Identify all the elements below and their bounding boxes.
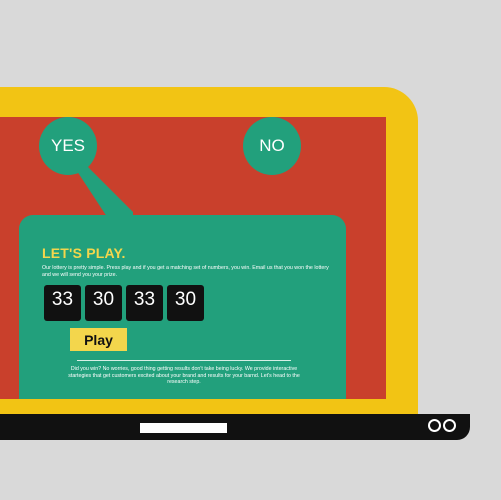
indicator-light-icon [428, 419, 441, 432]
divider [77, 360, 291, 361]
no-label: NO [259, 136, 285, 155]
number-box: 33 [44, 285, 81, 321]
panel-footer: Did you win? No worries, good thing gett… [68, 366, 300, 386]
indicator-light-icon [443, 419, 456, 432]
no-button[interactable]: NO [243, 117, 301, 175]
lottery-panel: LET'S PLAY. Our lottery is pretty simple… [19, 215, 346, 399]
laptop-base [0, 414, 470, 440]
panel-title: LET'S PLAY. [42, 245, 126, 261]
yes-label: YES [50, 136, 86, 155]
yes-button[interactable]: YES [39, 117, 97, 175]
trackpad-slot [140, 423, 227, 433]
play-button[interactable]: Play [70, 328, 127, 351]
number-box: 30 [167, 285, 204, 321]
panel-intro: Our lottery is pretty simple. Press play… [42, 265, 329, 278]
number-box: 30 [85, 285, 122, 321]
number-box: 33 [126, 285, 163, 321]
number-display: 33 30 33 30 [44, 285, 204, 321]
